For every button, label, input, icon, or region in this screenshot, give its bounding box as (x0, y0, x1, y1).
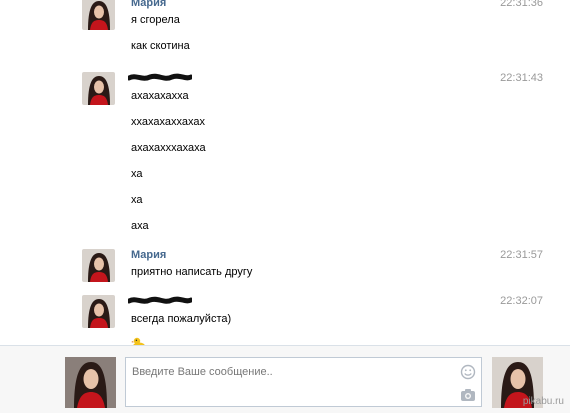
message-time: 22:31:43 (500, 72, 543, 84)
redacted-author-name (128, 73, 192, 81)
message-input[interactable]: Введите Ваше сообщение.. (125, 357, 482, 407)
message-text: ахахахахха (131, 90, 189, 102)
message-text: как скотина (131, 40, 190, 52)
redacted-author-name (128, 296, 192, 304)
avatar-photo (82, 72, 115, 105)
message-input-placeholder: Введите Ваше сообщение.. (132, 366, 273, 378)
message-author[interactable]: Мария (131, 0, 166, 10)
message-text: ахахахххахаха (131, 142, 206, 154)
message-text: ха (131, 194, 143, 206)
message-author[interactable]: Мария (131, 249, 166, 262)
duck-emoji-icon (131, 337, 145, 345)
avatar[interactable] (82, 0, 115, 30)
message-text: я сгорела (131, 14, 180, 26)
message-composer: Введите Ваше сообщение.. pikabu.ru (0, 345, 570, 413)
message-text: всегда пожалуйста) (131, 313, 232, 325)
message-text: ха (131, 168, 143, 180)
message-group: 22:32:07 всегда пожалуйста) (0, 295, 570, 345)
smile-icon[interactable] (460, 364, 476, 380)
message-time: 22:31:36 (500, 0, 543, 9)
message-group: 22:31:43 ахахахахха ххахахаххахах ахахах… (0, 72, 570, 232)
message-thread: Мария 22:31:36 я сгорела как скотина 22:… (0, 0, 570, 345)
avatar[interactable] (82, 72, 115, 105)
avatar-photo (65, 357, 116, 408)
message-text: приятно написать другу (131, 266, 253, 278)
message-time: 22:31:57 (500, 249, 543, 261)
message-time: 22:32:07 (500, 295, 543, 307)
message-text: ххахахаххахах (131, 116, 205, 128)
watermark: pikabu.ru (522, 396, 564, 407)
message-group: Мария 22:31:36 я сгорела как скотина (0, 0, 570, 52)
avatar[interactable] (82, 249, 115, 282)
avatar[interactable] (82, 295, 115, 328)
camera-icon[interactable] (460, 388, 476, 402)
message-group: Мария 22:31:57 приятно написать другу (0, 249, 570, 284)
my-avatar[interactable] (65, 357, 116, 408)
avatar-photo (82, 295, 115, 328)
message-text: аха (131, 220, 149, 232)
avatar-photo (82, 0, 115, 30)
avatar-photo (82, 249, 115, 282)
